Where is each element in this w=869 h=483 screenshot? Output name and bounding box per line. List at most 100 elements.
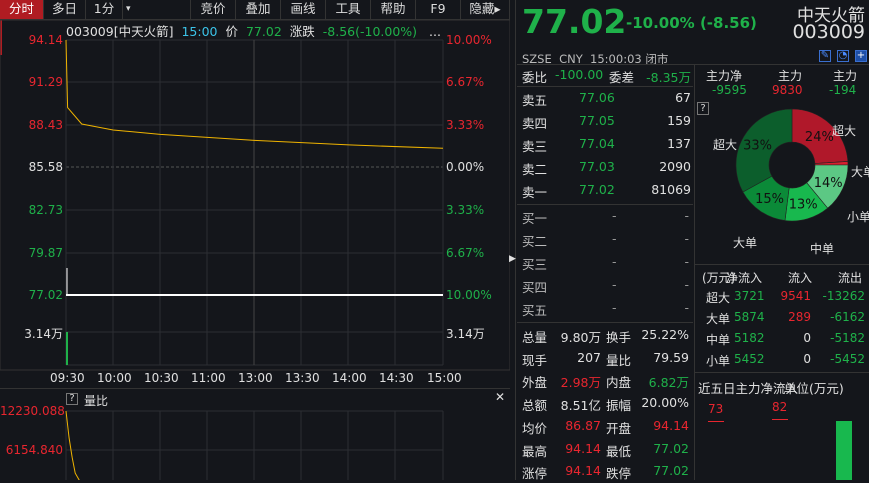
pie-label-in-super: 超大 (713, 138, 738, 152)
stat-label: 总量 (522, 330, 548, 345)
flow-out: -6162 (830, 310, 865, 324)
stats-row: 均价 86.87 开盘 94.14 (517, 418, 693, 438)
flow-in: 9541 (780, 289, 811, 303)
change-pct: -10.00% (-8.56) (626, 14, 757, 32)
stat-value: 2.98万 (560, 375, 601, 391)
bid-row[interactable]: 买三 - - (517, 254, 693, 274)
ask-volume: 137 (667, 136, 691, 151)
pie-label-out-small: 小单 (847, 210, 869, 224)
pct-axis-label: 10.00% (446, 288, 492, 302)
stat-value: 94.14 (565, 463, 601, 479)
bid-row[interactable]: 买一 - - (517, 208, 693, 228)
collapse-arrow-icon[interactable]: ▶ (509, 254, 516, 264)
ask-row[interactable]: 卖二 77.03 2090 (517, 159, 693, 179)
five-day-bar (836, 421, 852, 480)
price-axis-label: 3.14万 (24, 327, 63, 341)
stat-value: 79.59 (653, 349, 689, 365)
bid-price: - (612, 231, 617, 246)
ask-label: 卖四 (522, 116, 548, 131)
flow-row: 大单 5874 289 -6162 (698, 310, 867, 328)
price-axis-label: 88.43 (28, 118, 63, 132)
bid-price: - (612, 300, 617, 315)
bid-volume: - (684, 277, 689, 292)
ask-volume: 81069 (651, 182, 691, 197)
ask-volume: 159 (667, 113, 691, 128)
donut-slice-label: 33% (743, 139, 772, 154)
stat-label: 振幅 (606, 398, 632, 414)
stat-value: 77.02 (653, 463, 689, 479)
bid-label: 买一 (522, 211, 548, 226)
flow-out: -13262 (822, 289, 865, 303)
flow-in-header: 流入 (788, 271, 813, 285)
stat-value: 94.14 (653, 417, 689, 433)
weibi-label: 委比 (522, 70, 548, 85)
pie-label-out-mid: 中单 (810, 242, 835, 256)
pct-axis-label: 0.00% (446, 160, 485, 174)
flow-in: 0 (803, 331, 811, 345)
ask-row[interactable]: 卖五 77.06 67 (517, 90, 693, 110)
five-day-value: 82 (772, 400, 788, 414)
ask-row[interactable]: 卖三 77.04 137 (517, 136, 693, 156)
bid-row[interactable]: 买二 - - (517, 231, 693, 251)
flow-out-header: 流出 (838, 271, 863, 285)
bid-label: 买三 (522, 257, 548, 272)
bid-volume: - (684, 300, 689, 315)
stat-label: 涨停 (522, 466, 548, 482)
time-axis-label: 09:30 (50, 371, 85, 385)
intraday-chart (0, 19, 510, 371)
ask-price: 77.03 (579, 159, 615, 174)
stats-row: 总量 9.80万 换手 25.22% (517, 327, 693, 347)
flow-label: 大单 (706, 312, 731, 326)
ask-price: 77.02 (579, 182, 615, 197)
bid-row[interactable]: 买五 - - (517, 300, 693, 320)
volume-ratio-line (65, 410, 80, 480)
pct-axis-label: 3.33% (446, 118, 485, 132)
time-axis-label: 15:00 (427, 371, 462, 385)
pct-axis-label: 6.67% (446, 75, 485, 89)
stats-row: 现手 207 量比 79.59 (517, 350, 693, 370)
flow-net: 5182 (734, 331, 765, 345)
stat-value: 9.80万 (560, 330, 601, 345)
five-day-unit: 单位(万元) (784, 381, 844, 396)
time-axis-label: 14:30 (379, 371, 414, 385)
pct-axis-label: 6.67% (446, 246, 485, 260)
bell-icon[interactable]: ◔ (837, 50, 849, 62)
edit-icon[interactable]: ✎ (819, 50, 831, 62)
ask-label: 卖二 (522, 162, 548, 177)
weicha-label: 委差 (609, 70, 635, 85)
donut-slice-label: 14% (814, 176, 843, 191)
price-axis-label: 79.87 (28, 246, 63, 260)
add-icon[interactable]: + (855, 50, 867, 62)
volume-ratio-chart (65, 410, 444, 480)
stat-label: 跌停 (606, 466, 632, 482)
donut-slice-label: 24% (805, 130, 834, 145)
ask-row[interactable]: 卖一 77.02 81069 (517, 182, 693, 202)
stat-value: 207 (577, 349, 601, 365)
price-axis-label: 91.29 (28, 75, 63, 89)
pct-axis-label: 3.33% (446, 203, 485, 217)
ask-row[interactable]: 卖四 77.05 159 (517, 113, 693, 133)
five-day-bar (772, 419, 788, 420)
stats-row: 最高 94.14 最低 77.02 (517, 441, 693, 461)
stat-value: 86.87 (565, 417, 601, 433)
bid-label: 买二 (522, 234, 548, 249)
last-price: 77.02 (522, 2, 627, 41)
stats-row: 涨停 94.14 跌停 77.02 (517, 463, 693, 483)
stat-value: 20.00% (641, 395, 689, 411)
chart-frame (0, 19, 510, 371)
main-out-value: -194 (829, 83, 857, 97)
pie-label-out-super: 超大 (832, 124, 857, 138)
ask-label: 卖一 (522, 185, 548, 200)
flow-net: 3721 (734, 289, 765, 303)
flow-label: 小单 (706, 354, 731, 368)
time-axis-label: 14:00 (332, 371, 367, 385)
main-in-value: 9830 (772, 83, 803, 97)
flow-net-header: 净流入 (726, 271, 763, 285)
bid-price: - (612, 208, 617, 223)
ask-price: 77.05 (579, 113, 615, 128)
stat-label: 外盘 (522, 375, 548, 391)
bid-row[interactable]: 买四 - - (517, 277, 693, 297)
time-axis-label: 13:00 (238, 371, 273, 385)
ask-label: 卖五 (522, 93, 548, 108)
five-day-value: 73 (708, 402, 724, 416)
